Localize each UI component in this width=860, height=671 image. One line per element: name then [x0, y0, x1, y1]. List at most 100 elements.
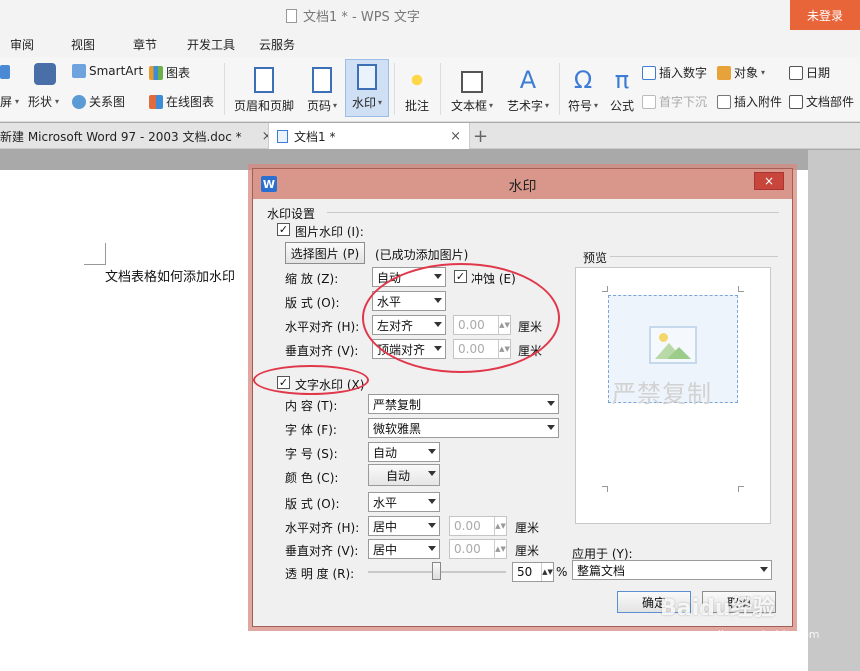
- crop-mark: [602, 486, 608, 492]
- spin-arrows-icon[interactable]: ▲▼: [494, 540, 506, 558]
- transparency-input[interactable]: 50 ▲▼: [512, 562, 554, 582]
- text-watermark-label: 文字水印 (X): [295, 378, 365, 392]
- picture-watermark-checkbox[interactable]: ✓: [277, 223, 290, 236]
- transparency-label: 透 明 度 (R):: [285, 567, 355, 581]
- text-size-label: 字 号 (S):: [285, 447, 338, 461]
- insert-number-button[interactable]: 插入数字: [642, 64, 707, 81]
- smartart-button[interactable]: SmartArt: [72, 64, 143, 78]
- doc-tab-document1[interactable]: 文档1 * ×: [268, 123, 470, 149]
- chart-button[interactable]: 图表: [149, 64, 190, 81]
- insert-attachment-button[interactable]: 插入附件: [717, 93, 782, 110]
- picture-placeholder-icon: [649, 326, 697, 364]
- ribbon-separator: [440, 63, 441, 115]
- drop-cap-button[interactable]: 首字下沉: [642, 93, 707, 110]
- doc-tab-word97[interactable]: 新建 Microsoft Word 97 - 2003 文档.doc * ×: [0, 123, 273, 149]
- menu-tab-section[interactable]: 章节: [133, 36, 157, 53]
- baidu-jingyan-watermark: Baidu经验: [660, 596, 775, 621]
- shape-icon: [34, 63, 56, 85]
- symbol-label: 符号 ▾: [567, 99, 599, 113]
- crop-mark: [738, 486, 744, 492]
- mountain-shape: [667, 347, 691, 359]
- spin-arrows-icon[interactable]: ▲▼: [541, 563, 553, 581]
- picture-halign-select[interactable]: 左对齐: [372, 315, 446, 335]
- apply-to-select[interactable]: 整篇文档: [572, 560, 772, 580]
- screen-icon-partial[interactable]: [0, 65, 10, 79]
- document-icon: [286, 8, 297, 23]
- text-color-select[interactable]: 自动: [368, 464, 440, 486]
- text-content-select[interactable]: 严禁复制: [368, 394, 559, 414]
- text-font-label: 字 体 (F):: [285, 423, 337, 437]
- symbol-button[interactable]: Ω 符号 ▾: [563, 57, 603, 119]
- transparency-slider-thumb[interactable]: [432, 562, 441, 580]
- omega-icon: Ω: [573, 66, 593, 94]
- picture-valign-select[interactable]: 顶端对齐: [372, 339, 446, 359]
- text-halign-offset[interactable]: 0.00 ▲▼: [449, 516, 507, 536]
- text-size-select[interactable]: 自动: [368, 442, 440, 462]
- page-number-button[interactable]: 页码 ▾: [302, 57, 342, 119]
- online-chart-icon: [149, 94, 163, 109]
- washout-checkbox[interactable]: ✓: [454, 270, 467, 283]
- watermark-label: 水印 ▾: [351, 96, 383, 110]
- spin-arrows-icon[interactable]: ▲▼: [494, 517, 506, 535]
- shape-button[interactable]: 形状 ▾: [28, 93, 59, 110]
- wordart-button[interactable]: A 艺术字 ▾: [503, 57, 553, 119]
- comment-button[interactable]: 批注: [400, 57, 434, 119]
- relation-chart-button[interactable]: 关系图: [72, 93, 125, 110]
- menu-tab-cloud[interactable]: 云服务: [259, 36, 295, 53]
- baidu-jingyan-url: jingyan.baidu.com: [718, 628, 820, 641]
- text-font-select[interactable]: 微软雅黑: [368, 418, 559, 438]
- title-bar: 文档1 * - WPS 文字 未登录: [0, 0, 860, 31]
- picture-valign-offset[interactable]: 0.00 ▲▼: [453, 339, 511, 359]
- spin-arrows-icon[interactable]: ▲▼: [498, 316, 510, 334]
- document-text[interactable]: 文档表格如何添加水印: [105, 266, 235, 285]
- select-picture-button[interactable]: 选择图片 (P): [285, 242, 365, 264]
- picture-scale-select[interactable]: 自动: [372, 267, 446, 287]
- picture-layout-select[interactable]: 水平: [372, 291, 446, 311]
- shape-icon-wrap[interactable]: [34, 63, 56, 85]
- picture-halign-unit: 厘米: [518, 320, 543, 334]
- text-valign-offset[interactable]: 0.00 ▲▼: [449, 539, 507, 559]
- sun-shape: [659, 333, 668, 342]
- menu-tab-view[interactable]: 视图: [71, 36, 95, 53]
- dialog-title-bar[interactable]: W 水印 ×: [253, 169, 792, 199]
- textbox-button[interactable]: 文本框 ▾: [446, 57, 498, 119]
- text-watermark-checkbox[interactable]: ✓: [277, 376, 290, 389]
- textbox-icon: [461, 71, 483, 93]
- online-chart-button[interactable]: 在线图表: [149, 93, 214, 110]
- close-tab-icon[interactable]: ×: [450, 129, 461, 144]
- attachment-icon: [717, 94, 731, 109]
- new-tab-plus-icon[interactable]: +: [473, 126, 488, 147]
- text-layout-select[interactable]: 水平: [368, 492, 440, 512]
- crop-mark: [738, 286, 744, 292]
- dialog-close-button[interactable]: ×: [754, 172, 784, 190]
- spin-arrows-icon[interactable]: ▲▼: [498, 340, 510, 358]
- menu-tab-review[interactable]: 审阅: [10, 36, 34, 53]
- text-valign-select[interactable]: 居中: [368, 539, 440, 559]
- login-button[interactable]: 未登录: [790, 0, 860, 30]
- document-tab-bar: 新建 Microsoft Word 97 - 2003 文档.doc * × 文…: [0, 123, 860, 149]
- screen-cut-button[interactable]: 屏 ▾: [0, 93, 19, 110]
- text-halign-label: 水平对齐 (H):: [285, 521, 360, 535]
- picture-valign-unit: 厘米: [518, 344, 543, 358]
- header-footer-button[interactable]: 页眉和页脚: [232, 57, 296, 119]
- doc-parts-button[interactable]: 文档部件: [789, 93, 854, 110]
- formula-button[interactable]: π 公式: [606, 57, 638, 119]
- vertical-scrollbar[interactable]: [808, 150, 860, 671]
- text-halign-select[interactable]: 居中: [368, 516, 440, 536]
- washout-label: 冲蚀 (E): [471, 272, 516, 286]
- comment-icon: [406, 67, 428, 93]
- textbox-label: 文本框 ▾: [450, 99, 494, 113]
- object-icon: [717, 65, 731, 80]
- preview-pane: 严禁复制: [575, 267, 771, 524]
- watermark-dialog: W 水印 × 水印设置 ✓ 图片水印 (I): 选择图片 (P) (已成功添加图…: [252, 168, 793, 627]
- picture-halign-offset[interactable]: 0.00 ▲▼: [453, 315, 511, 335]
- ribbon-separator: [394, 63, 395, 115]
- menu-tab-developer[interactable]: 开发工具: [187, 36, 235, 53]
- window-title-group: 文档1 * - WPS 文字: [286, 6, 420, 25]
- watermark-button[interactable]: 水印 ▾: [345, 59, 389, 117]
- object-button[interactable]: 对象 ▾: [717, 64, 765, 81]
- chart-icon: [149, 65, 163, 80]
- date-button[interactable]: 日期: [789, 64, 830, 81]
- window-title: 文档1 * - WPS 文字: [303, 10, 420, 25]
- header-footer-icon: [254, 67, 274, 93]
